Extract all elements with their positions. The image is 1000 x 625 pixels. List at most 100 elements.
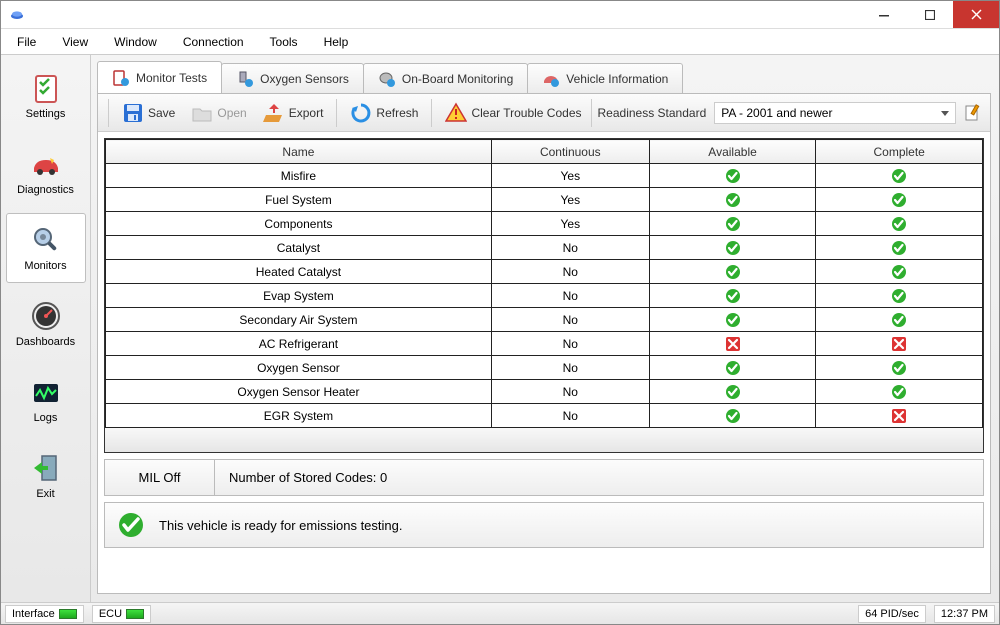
table-row[interactable]: ComponentsYes bbox=[106, 212, 983, 236]
cell-available bbox=[649, 284, 816, 308]
tab-monitor-tests[interactable]: Monitor Tests bbox=[97, 61, 222, 93]
col-name[interactable]: Name bbox=[106, 140, 492, 164]
nav-label: Settings bbox=[26, 108, 66, 120]
clear-codes-label: Clear Trouble Codes bbox=[471, 106, 581, 120]
cell-continuous: No bbox=[491, 332, 649, 356]
gauge-icon bbox=[30, 300, 62, 332]
cell-available bbox=[649, 380, 816, 404]
pid-rate: 64 PID/sec bbox=[858, 605, 926, 623]
cell-name: Components bbox=[106, 212, 492, 236]
table-row[interactable]: MisfireYes bbox=[106, 164, 983, 188]
tab-label: On-Board Monitoring bbox=[402, 72, 513, 86]
status-bar: Interface ECU 64 PID/sec 12:37 PM bbox=[1, 602, 999, 624]
open-icon bbox=[191, 102, 213, 124]
cell-name: Oxygen Sensor bbox=[106, 356, 492, 380]
table-row[interactable]: Fuel SystemYes bbox=[106, 188, 983, 212]
cell-continuous: Yes bbox=[491, 164, 649, 188]
save-label: Save bbox=[148, 106, 175, 120]
menu-tools[interactable]: Tools bbox=[258, 31, 310, 53]
cell-complete bbox=[816, 284, 983, 308]
cell-name: Oxygen Sensor Heater bbox=[106, 380, 492, 404]
tab-label: Oxygen Sensors bbox=[260, 72, 349, 86]
ecu-status: ECU bbox=[92, 605, 151, 623]
cell-complete bbox=[816, 212, 983, 236]
table-row[interactable]: Oxygen Sensor HeaterNo bbox=[106, 380, 983, 404]
cell-continuous: No bbox=[491, 380, 649, 404]
tab-bar: Monitor Tests Oxygen Sensors On-Board Mo… bbox=[97, 61, 991, 93]
menu-help[interactable]: Help bbox=[312, 31, 361, 53]
table-row[interactable]: Heated CatalystNo bbox=[106, 260, 983, 284]
table-row[interactable]: Evap SystemNo bbox=[106, 284, 983, 308]
close-button[interactable] bbox=[953, 1, 999, 28]
cell-continuous: No bbox=[491, 356, 649, 380]
cell-continuous: Yes bbox=[491, 212, 649, 236]
clear-codes-button[interactable]: Clear Trouble Codes bbox=[438, 98, 588, 128]
col-complete[interactable]: Complete bbox=[816, 140, 983, 164]
status-row: MIL Off Number of Stored Codes: 0 bbox=[104, 459, 984, 496]
tab-label: Monitor Tests bbox=[136, 71, 207, 85]
cell-continuous: No bbox=[491, 308, 649, 332]
tab-onboard-monitoring[interactable]: On-Board Monitoring bbox=[363, 63, 528, 93]
export-label: Export bbox=[289, 106, 324, 120]
table-row[interactable]: Secondary Air SystemNo bbox=[106, 308, 983, 332]
readiness-text: This vehicle is ready for emissions test… bbox=[159, 518, 402, 533]
cell-complete bbox=[816, 188, 983, 212]
check-icon bbox=[117, 511, 145, 539]
tab-oxygen-sensors[interactable]: Oxygen Sensors bbox=[221, 63, 364, 93]
refresh-button[interactable]: Refresh bbox=[343, 98, 425, 128]
open-button[interactable]: Open bbox=[184, 98, 253, 128]
monitor-tests-panel: Save Open Export Refresh C bbox=[97, 93, 991, 594]
nav-label: Logs bbox=[34, 412, 58, 424]
stored-codes: Number of Stored Codes: 0 bbox=[215, 460, 983, 495]
menu-connection[interactable]: Connection bbox=[171, 31, 256, 53]
interface-status: Interface bbox=[5, 605, 84, 623]
tab-label: Vehicle Information bbox=[566, 72, 668, 86]
oxygen-sensors-icon bbox=[236, 70, 254, 88]
car-icon bbox=[30, 148, 62, 180]
edit-standard-button[interactable] bbox=[964, 103, 984, 123]
col-available[interactable]: Available bbox=[649, 140, 816, 164]
readiness-select[interactable]: PA - 2001 and newer bbox=[714, 102, 956, 124]
logs-icon bbox=[30, 376, 62, 408]
settings-icon bbox=[30, 72, 62, 104]
cell-available bbox=[649, 212, 816, 236]
menu-file[interactable]: File bbox=[5, 31, 48, 53]
minimize-button[interactable] bbox=[861, 1, 907, 28]
save-button[interactable]: Save bbox=[115, 98, 182, 128]
readiness-value: PA - 2001 and newer bbox=[721, 106, 832, 120]
cell-name: Catalyst bbox=[106, 236, 492, 260]
export-button[interactable]: Export bbox=[256, 98, 331, 128]
table-row[interactable]: EGR SystemNo bbox=[106, 404, 983, 428]
readiness-label: Readiness Standard bbox=[591, 99, 713, 127]
nav-label: Dashboards bbox=[16, 336, 75, 348]
maximize-button[interactable] bbox=[907, 1, 953, 28]
table-row[interactable]: Oxygen SensorNo bbox=[106, 356, 983, 380]
nav-logs[interactable]: Logs bbox=[6, 365, 86, 435]
cell-name: AC Refrigerant bbox=[106, 332, 492, 356]
clock: 12:37 PM bbox=[934, 605, 995, 623]
open-label: Open bbox=[217, 106, 246, 120]
menu-bar: File View Window Connection Tools Help bbox=[1, 29, 999, 55]
mil-status: MIL Off bbox=[105, 460, 215, 495]
nav-settings[interactable]: Settings bbox=[6, 61, 86, 131]
cell-available bbox=[649, 332, 816, 356]
cell-continuous: No bbox=[491, 404, 649, 428]
cell-available bbox=[649, 260, 816, 284]
menu-view[interactable]: View bbox=[50, 31, 100, 53]
tab-vehicle-information[interactable]: Vehicle Information bbox=[527, 63, 683, 93]
save-icon bbox=[122, 102, 144, 124]
table-row[interactable]: CatalystNo bbox=[106, 236, 983, 260]
cell-available bbox=[649, 164, 816, 188]
cell-complete bbox=[816, 332, 983, 356]
nav-dashboards[interactable]: Dashboards bbox=[6, 289, 86, 359]
nav-monitors[interactable]: Monitors bbox=[6, 213, 86, 283]
menu-window[interactable]: Window bbox=[102, 31, 169, 53]
cell-available bbox=[649, 236, 816, 260]
exit-icon bbox=[30, 452, 62, 484]
cell-continuous: No bbox=[491, 236, 649, 260]
col-continuous[interactable]: Continuous bbox=[491, 140, 649, 164]
table-row[interactable]: AC RefrigerantNo bbox=[106, 332, 983, 356]
nav-exit[interactable]: Exit bbox=[6, 441, 86, 511]
cell-name: Heated Catalyst bbox=[106, 260, 492, 284]
nav-diagnostics[interactable]: Diagnostics bbox=[6, 137, 86, 207]
